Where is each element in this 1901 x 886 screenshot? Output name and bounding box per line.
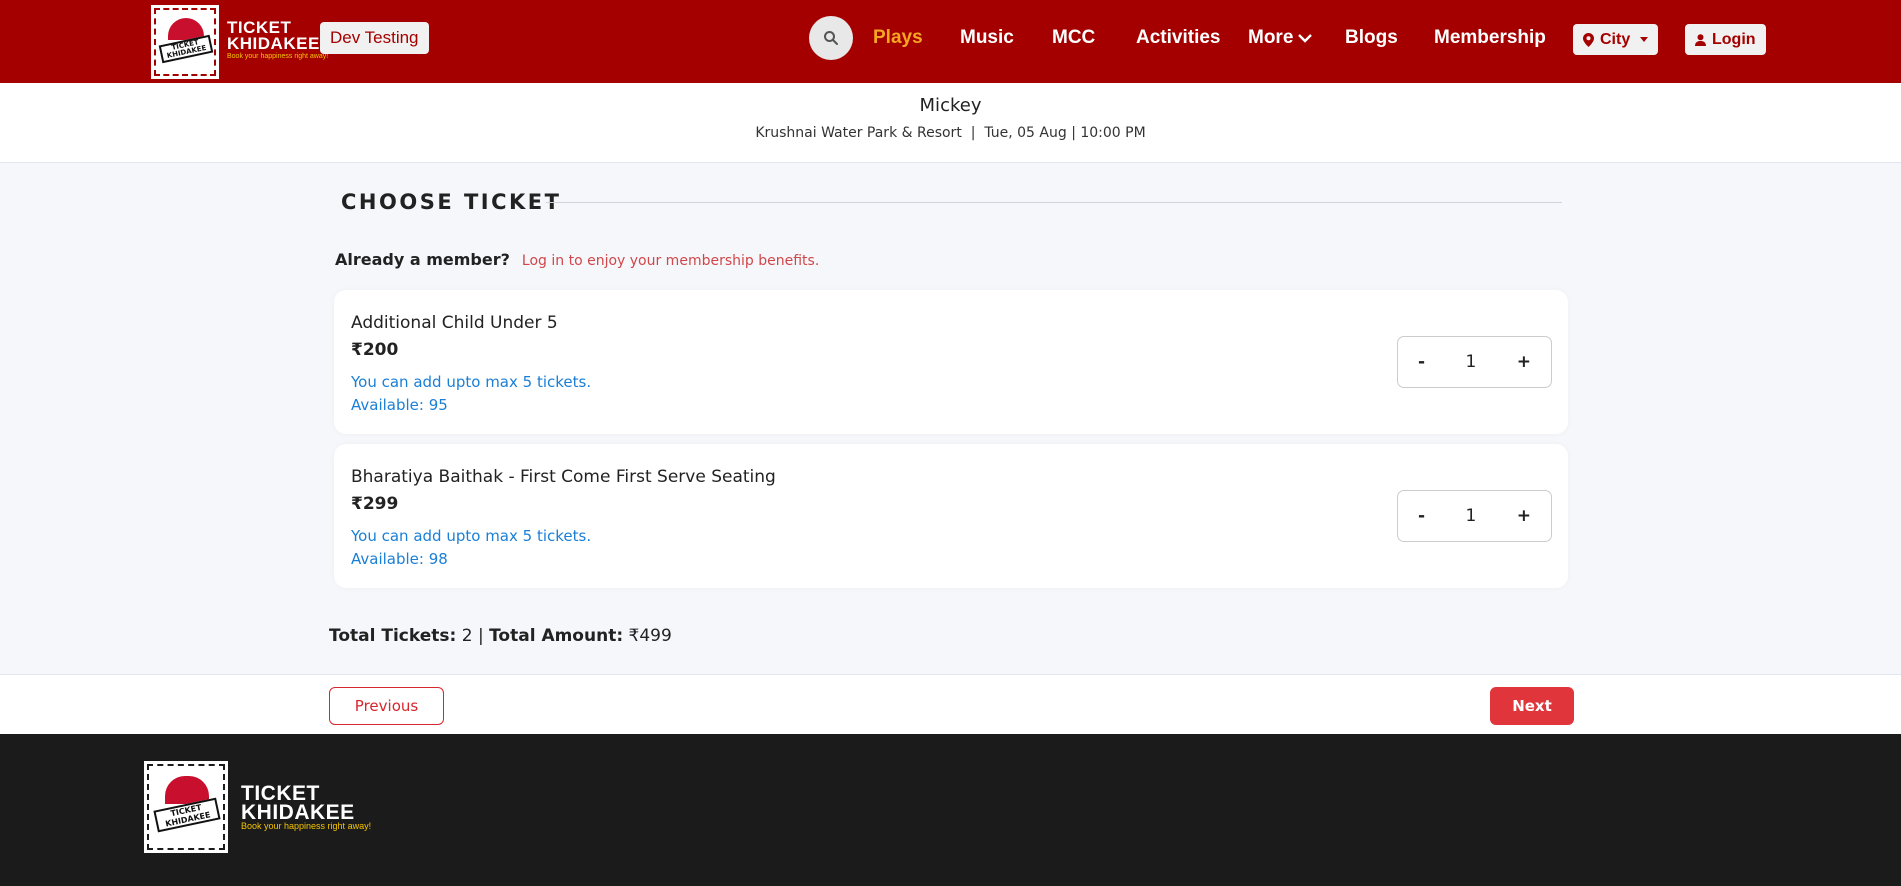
section-title: CHOOSE TICKET	[341, 190, 562, 214]
order-totals: Total Tickets: 2 | Total Amount: ₹499	[329, 626, 672, 646]
brand-line-2: KHIDAKEE	[227, 34, 320, 53]
city-label: City	[1600, 31, 1631, 48]
location-pin-icon	[1583, 32, 1594, 47]
footer-wordmark[interactable]: TICKET KHIDAKEE Book your happiness righ…	[241, 783, 372, 831]
nav-mcc[interactable]: MCC	[1052, 24, 1095, 52]
ticket-name: Bharatiya Baithak - First Come First Ser…	[351, 467, 776, 487]
nav-blogs[interactable]: Blogs	[1345, 24, 1398, 52]
footer: TICKET KHIDAKEE TICKET KHIDAKEE Book you…	[0, 734, 1901, 886]
logo-badge-text: TICKET KHIDAKEE	[158, 34, 214, 64]
chevron-down-icon	[1298, 34, 1313, 43]
ticket-max-note: You can add upto max 5 tickets.	[351, 527, 592, 545]
increment-button[interactable]: +	[1517, 506, 1531, 526]
env-badge: Dev Testing	[320, 22, 429, 54]
quantity-value: 1	[1465, 352, 1477, 372]
login-label: Login	[1712, 31, 1756, 48]
nav-music[interactable]: Music	[960, 24, 1014, 52]
nav-plays[interactable]: Plays	[873, 24, 923, 52]
ticket-card: Bharatiya Baithak - First Come First Ser…	[334, 444, 1568, 588]
nav-more-label: More	[1248, 27, 1294, 48]
brand-tagline: Book your happiness right away!	[241, 821, 372, 831]
previous-button[interactable]: Previous	[329, 687, 444, 725]
total-amount-value: ₹499	[628, 626, 672, 646]
step-navigation: Previous Next	[0, 674, 1901, 734]
ticket-price: ₹299	[351, 494, 399, 514]
decrement-button[interactable]: -	[1418, 352, 1425, 372]
nav-more-dropdown[interactable]: More	[1248, 24, 1313, 52]
quantity-stepper: - 1 +	[1397, 336, 1552, 388]
totals-separator: |	[477, 626, 484, 646]
caret-down-icon	[1640, 37, 1649, 42]
ticket-availability: Available: 98	[351, 550, 448, 568]
brand-tagline: Book your happiness right away!	[227, 53, 329, 60]
total-amount-label: Total Amount:	[489, 626, 624, 646]
user-icon	[1695, 33, 1706, 46]
next-button[interactable]: Next	[1490, 687, 1574, 725]
top-navbar: TICKET KHIDAKEE TICKET KHIDAKEE Book you…	[0, 0, 1901, 83]
ticket-max-note: You can add upto max 5 tickets.	[351, 373, 592, 391]
search-button[interactable]	[809, 16, 853, 60]
brand-wordmark[interactable]: TICKET KHIDAKEE Book your happiness righ…	[227, 19, 329, 61]
nav-activities[interactable]: Activities	[1136, 24, 1220, 52]
event-venue-datetime: Krushnai Water Park & Resort | Tue, 05 A…	[755, 125, 1146, 141]
decrement-button[interactable]: -	[1418, 506, 1425, 526]
ticket-price: ₹200	[351, 340, 399, 360]
total-tickets-label: Total Tickets:	[329, 626, 457, 646]
member-question: Already a member?	[335, 250, 510, 269]
footer-logo-icon[interactable]: TICKET KHIDAKEE	[144, 761, 228, 853]
member-login-link[interactable]: Log in to enjoy your membership benefits…	[522, 253, 819, 269]
quantity-value: 1	[1465, 506, 1477, 526]
event-title: Mickey	[919, 95, 982, 116]
brand-line-2: KHIDAKEE	[241, 801, 355, 824]
nav-membership[interactable]: Membership	[1434, 24, 1546, 52]
city-selector[interactable]: City	[1573, 24, 1659, 55]
ticket-card: Additional Child Under 5 ₹200 You can ad…	[334, 290, 1568, 434]
quantity-stepper: - 1 +	[1397, 490, 1552, 542]
increment-button[interactable]: +	[1517, 352, 1531, 372]
event-info-bar: Mickey Krushnai Water Park & Resort | Tu…	[0, 83, 1901, 163]
total-tickets-value: 2	[461, 626, 473, 646]
logo-badge-text: TICKET KHIDAKEE	[153, 797, 221, 833]
section-divider	[546, 202, 1562, 203]
brand-logo-icon[interactable]: TICKET KHIDAKEE	[151, 5, 219, 79]
ticket-name: Additional Child Under 5	[351, 313, 558, 333]
ticket-availability: Available: 95	[351, 396, 448, 414]
login-button[interactable]: Login	[1685, 24, 1766, 55]
member-prompt: Already a member? Log in to enjoy your m…	[335, 250, 819, 269]
search-icon	[824, 31, 838, 45]
